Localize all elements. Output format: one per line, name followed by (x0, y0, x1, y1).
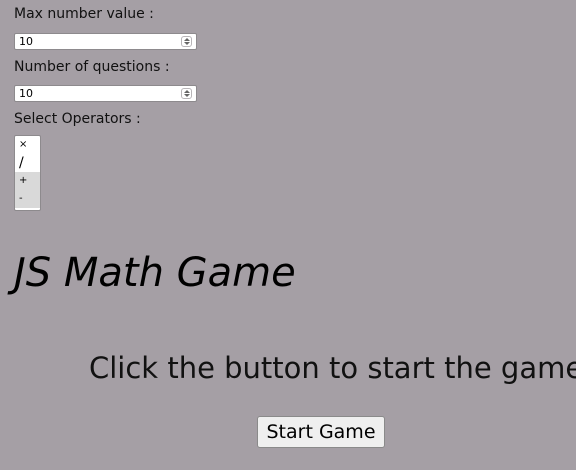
instruction-text: Click the button to start the game (89, 351, 576, 385)
operators-label: Select Operators : (14, 111, 141, 127)
spinner-icon[interactable] (181, 36, 192, 47)
max-number-value: 10 (19, 35, 33, 48)
max-number-input[interactable]: 10 (14, 33, 197, 50)
questions-count-value: 10 (19, 87, 33, 100)
spinner-icon[interactable] (181, 88, 192, 99)
operator-option-divide[interactable]: / (15, 154, 40, 172)
spinner-up-arrow-icon[interactable] (183, 90, 190, 93)
max-number-label: Max number value : (14, 6, 154, 22)
spinner-down-arrow-icon[interactable] (183, 94, 190, 97)
spinner-down-arrow-icon[interactable] (183, 42, 190, 45)
operators-select[interactable]: × / + - (14, 135, 41, 211)
operator-option-multiply[interactable]: × (15, 136, 40, 154)
spinner-up-arrow-icon[interactable] (183, 38, 190, 41)
operator-option-subtract[interactable]: - (15, 190, 40, 208)
page-title: JS Math Game (14, 250, 296, 296)
operator-option-add[interactable]: + (15, 172, 40, 190)
questions-count-input[interactable]: 10 (14, 85, 197, 102)
questions-count-label: Number of questions : (14, 59, 170, 75)
start-game-button[interactable]: Start Game (257, 416, 385, 448)
